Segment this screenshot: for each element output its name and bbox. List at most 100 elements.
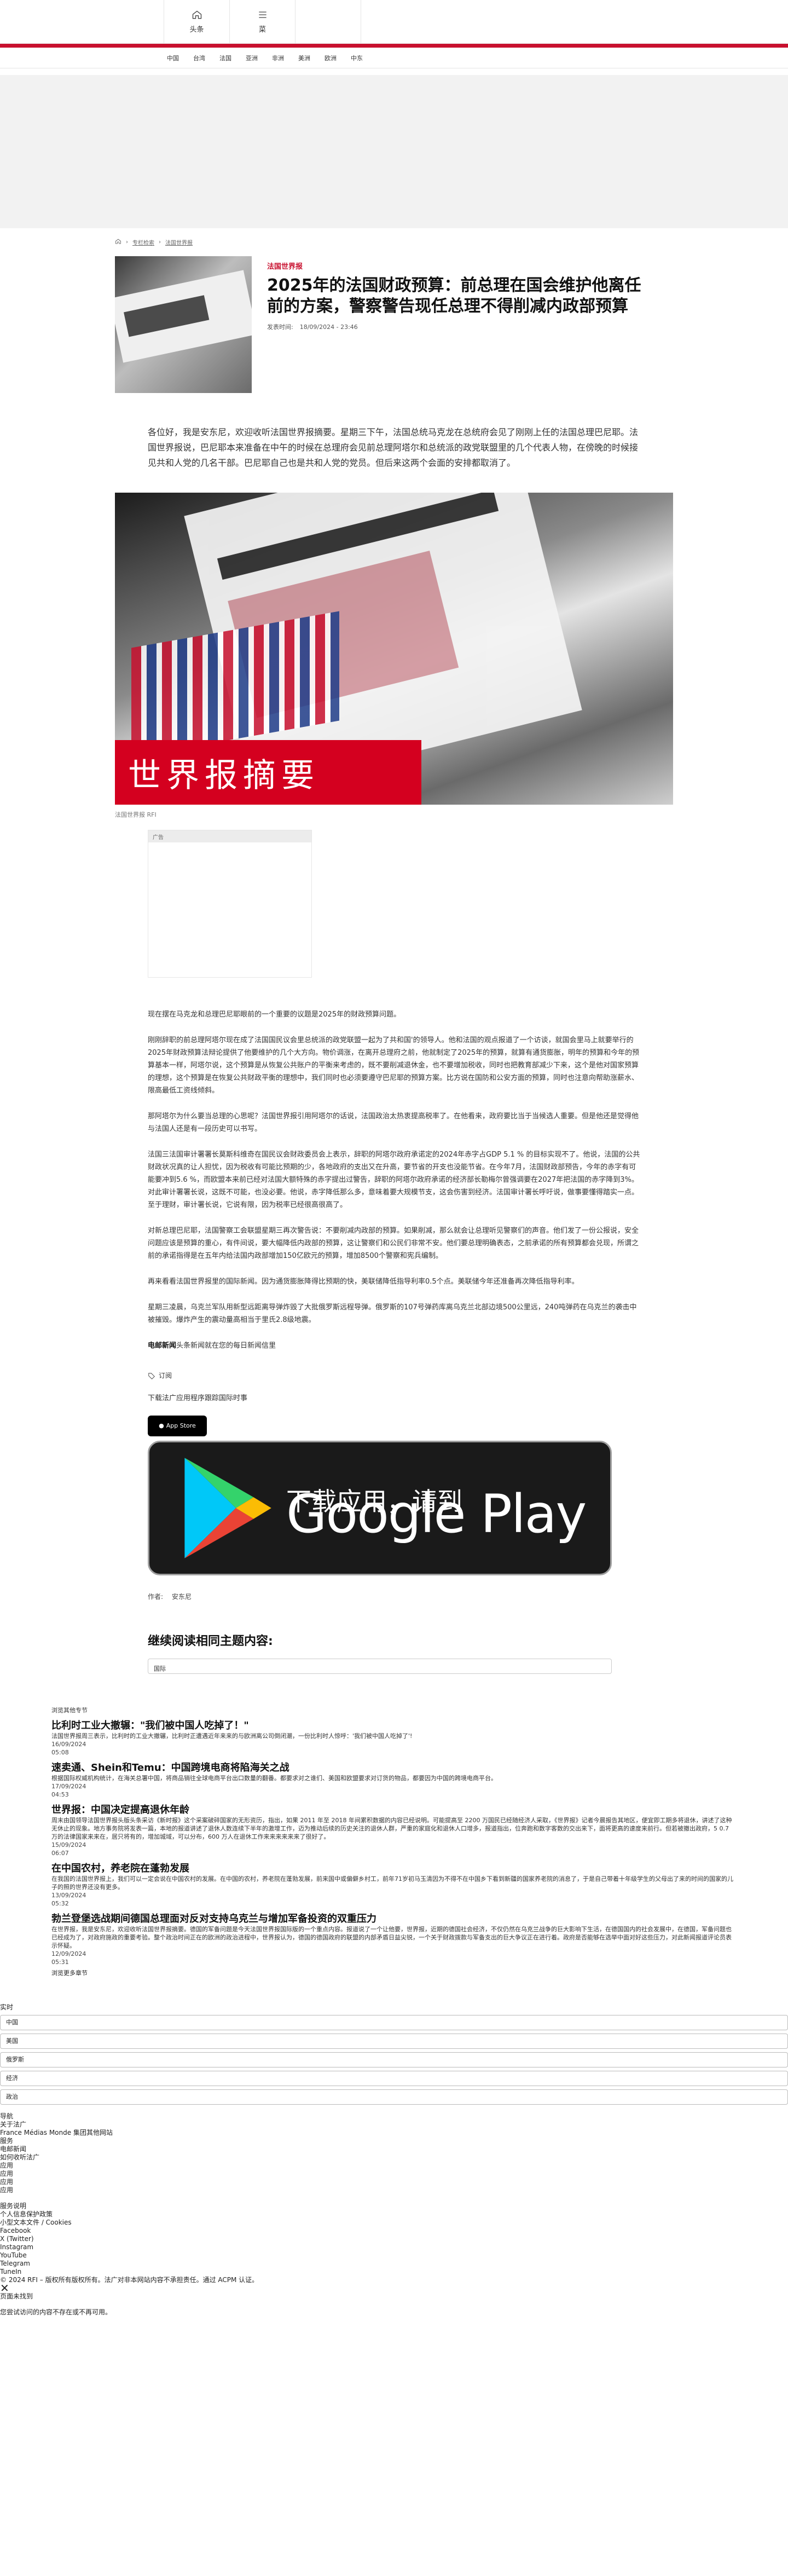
top-ad-band [0, 75, 788, 228]
list-item-title: 速卖通、Shein和Temu：中国跨境电商将陷海关之战 [51, 1761, 289, 1774]
list-item[interactable]: 比利时工业大撤辗："我们被中国人吃掉了！" 法国世界报周三表示，比利时的工业大撤辗… [51, 1720, 737, 1757]
footer-info-link[interactable]: Instagram [0, 2243, 788, 2251]
footer-topic-field[interactable]: 中国 [0, 2014, 788, 2030]
footer-service-link[interactable]: 应用 [0, 2178, 788, 2186]
footer-service-link[interactable]: 电邮新闻 [0, 2145, 788, 2153]
nav-item[interactable]: 法国 [219, 54, 240, 62]
list-item-date: 17/09/2024 [51, 1782, 86, 1790]
google-play-icon [184, 1457, 271, 1558]
list-item-date: 15/09/2024 [51, 1841, 86, 1849]
realtime-label: 实时 [0, 2003, 14, 2011]
app-store-button[interactable]: ● App Store [148, 1415, 207, 1436]
footer-info-link[interactable]: TuneIn [0, 2268, 788, 2276]
footer-service-link[interactable]: 应用 [0, 2170, 788, 2178]
list-item-time: 05:08 [51, 1748, 69, 1756]
footer-info-link[interactable]: X (Twitter) [0, 2235, 788, 2243]
other-sections-header: 浏览其他专节 [51, 1706, 88, 1714]
image-banner-text: 世界报摘要 [115, 740, 421, 805]
nav-item[interactable]: 中国 [167, 54, 188, 62]
nav-item[interactable]: 台湾 [193, 54, 214, 62]
nav-item[interactable]: 非洲 [272, 54, 293, 62]
tag-icon [148, 1372, 155, 1379]
copyright: © 2024 RFI – 版权所有版权所有。法广对非本网站内容不承担责任。通过 … [0, 2275, 259, 2284]
related-topics: 继续阅读相同主题内容: 国际 [148, 1635, 640, 1674]
brand-bar [0, 44, 788, 48]
breadcrumb-item-columns[interactable]: 专栏检索 [132, 238, 154, 246]
list-item-summary: 根据国际权威机构统计，在海关总署中国，将商品销往全球电商平台出口数量的翻番。都要… [51, 1774, 497, 1782]
article-kicker[interactable]: 法国世界报 [267, 261, 650, 271]
footer-service-link[interactable]: 如何收听法广 [0, 2153, 788, 2162]
other-sections: 浏览其他专节 比利时工业大撤辗："我们被中国人吃掉了！" 法国世界报周三表示，比利… [51, 1706, 737, 1977]
list-item-title: 比利时工业大撤辗："我们被中国人吃掉了！" [51, 1719, 249, 1731]
list-item[interactable]: 速卖通、Shein和Temu：中国跨境电商将陷海关之战 根据国际权威机构统计，在海… [51, 1762, 737, 1799]
article-paragraph: 星期三凌晨，乌克兰军队用新型远距离导弹炸毁了大批俄罗斯远程导弹。俄罗斯的107号… [148, 1303, 637, 1324]
breadcrumb-item-lemonde[interactable]: 法国世界报 [165, 238, 193, 246]
nav-item[interactable]: 欧洲 [325, 54, 345, 62]
footer-topic-field[interactable]: 政治 [0, 2089, 788, 2105]
article-paragraph: 对新总理巴尼耶，法国警察工会联盟星期三再次警告说：不要削减内政部的预算。如果削减… [148, 1227, 639, 1260]
list-item[interactable]: 勃兰登堡选战期间德国总理面对反对支持乌克兰与增加军备投资的双重压力 在世界报，我是… [51, 1913, 737, 1966]
footer-service-link[interactable]: 应用 [0, 2186, 788, 2194]
article-body: 现在摆在马克龙和总理巴尼耶眼前的一个重要的议题是2025年的财政预算问题。刚刚辞… [148, 1008, 640, 1674]
top-bar-spacer [55, 0, 164, 43]
image-caption: 法国世界报 RFI [115, 811, 157, 818]
list-item-time: 04:53 [51, 1791, 69, 1798]
footer-info-link[interactable]: 个人信息保护政策 [0, 2210, 788, 2219]
footer-service-link[interactable]: 应用 [0, 2162, 788, 2170]
author-name[interactable]: 安东尼 [172, 1593, 192, 1601]
author-line: 作者: 安东尼 [148, 1592, 192, 1601]
footer-info-link[interactable]: YouTube [0, 2251, 788, 2260]
list-item-summary: 周末由国领导法国世界报头版头条采访《新时报》这个采案破碎国家的无形资历，指出，如… [51, 1816, 732, 1840]
footer-info-link[interactable]: Telegram [0, 2260, 788, 2268]
article-paragraph: 法国三法国审计署署长莫斯科维奇在国民议会财政委员会上表示，辞职的阿塔尔政府承诺定… [148, 1151, 640, 1209]
about-link[interactable]: 关于法广 [0, 2121, 788, 2129]
article-paragraph: 现在摆在马克龙和总理巴尼耶眼前的一个重要的议题是2025年的财政预算问题。 [148, 1010, 401, 1019]
article-paragraph: 刚刚辞职的前总理阿塔尔现在成了法国国民议会里总统派的政党联盟一起为了共和国'的领… [148, 1036, 640, 1095]
related-topic-chip[interactable]: 国际 [148, 1658, 612, 1674]
footer-info-link[interactable]: 服务说明 [0, 2202, 788, 2210]
related-title: 继续阅读相同主题内容: [148, 1634, 273, 1648]
article-title: 2025年的法国财政预算：前总理在国会维护他离任前的方案，警察警告现任总理不得削… [267, 276, 641, 316]
nav-item[interactable]: 亚洲 [246, 54, 266, 62]
footer: 实时 中国 美国 俄罗斯 经济 政治 导航 关于法广 France Médias Mon… [0, 2003, 788, 2317]
article-paragraph: 再来看看法国世界报里的国际新闻。因为通货膨胀降得比预期的快，美联储降低指导利率0… [148, 1278, 579, 1286]
top-bar-right [296, 0, 361, 43]
close-icon[interactable]: ✕ [0, 2283, 788, 2294]
list-item-title: 世界报：中国决定提高退休年龄 [51, 1804, 189, 1816]
group-sites-link[interactable]: France Médias Monde 集团其他网站 [0, 2129, 788, 2137]
breadcrumb-home[interactable] [115, 238, 121, 246]
home-icon [115, 239, 121, 244]
home-button[interactable]: 头条 [164, 0, 230, 43]
newsletter-promo[interactable]: 电邮新闻头条新闻就在您的每日新闻信里 [148, 1339, 640, 1352]
footer-info-link[interactable]: 小型文本文件 / Cookies [0, 2219, 788, 2227]
list-item-time: 05:31 [51, 1958, 69, 1966]
nav-item[interactable]: 美洲 [298, 54, 319, 62]
menu-icon [258, 11, 266, 18]
list-item-title: 勃兰登堡选战期间德国总理面对反对支持乌克兰与增加军备投资的双重压力 [51, 1913, 376, 1925]
home-label: 头条 [189, 26, 204, 34]
menu-label: 菜 [258, 26, 266, 34]
footer-info-link[interactable]: Facebook [0, 2227, 788, 2235]
article-figure: 世界报摘要 法国世界报 RFI [115, 493, 673, 819]
subscribe-tag[interactable]: 订阅 [148, 1370, 172, 1382]
article: › 专栏检索 › 法国世界报 法国世界报 2025年的法国财政预算：前总理在国会… [115, 238, 673, 1674]
list-item-date: 12/09/2024 [51, 1950, 86, 1957]
footer-topic-field[interactable]: 经济 [0, 2070, 788, 2086]
menu-button[interactable]: 菜 [230, 0, 296, 43]
google-play-button[interactable]: 下载应用，请到 Google Play [148, 1440, 612, 1575]
apple-icon: ● [159, 1422, 164, 1429]
article-lead: 各位好，我是安东尼，欢迎收听法国世界报摘要。星期三下午，法国总统马克龙在总统府会… [148, 427, 639, 468]
download-app-text: 下载法广应用程序跟踪国际时事 [148, 1394, 248, 1402]
inline-ad[interactable]: 广告 [148, 830, 312, 978]
not-found-title: 页面未找到 [0, 2292, 33, 2300]
more-sections-link[interactable]: 浏览更多章节 [51, 1968, 737, 1977]
list-item[interactable]: 在中国农村，养老院在蓬勃发展 在我国的法国世界报上，我们可以一定会说在中国农村的发… [51, 1863, 737, 1908]
service-label: 服务 [0, 2136, 14, 2145]
footer-topic-field[interactable]: 美国 [0, 2033, 788, 2049]
article-thumbnail [115, 256, 252, 393]
nav-item[interactable]: 中东 [351, 54, 372, 62]
top-bar: 头条 菜 [0, 0, 788, 44]
list-item[interactable]: 世界报：中国决定提高退休年龄 周末由国领导法国世界报头版头条采访《新时报》这个采案… [51, 1804, 737, 1857]
breadcrumb: › 专栏检索 › 法国世界报 [115, 238, 673, 246]
footer-topic-field[interactable]: 俄罗斯 [0, 2052, 788, 2067]
